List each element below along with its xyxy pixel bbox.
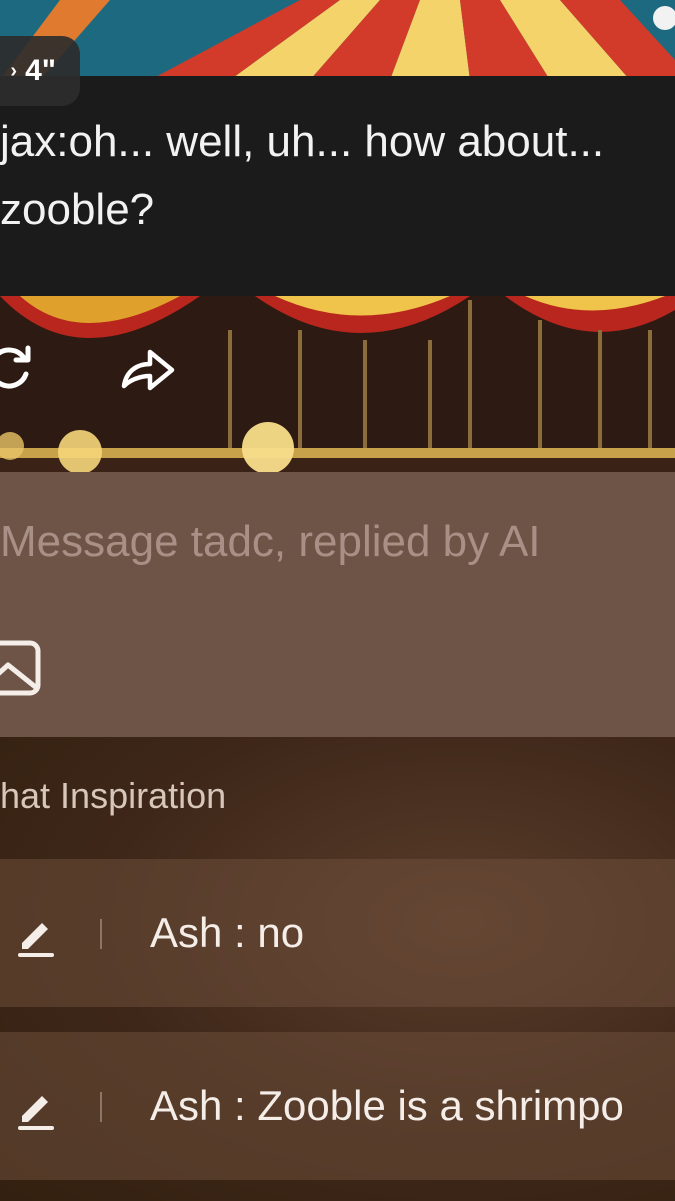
message-input-panel (0, 472, 675, 737)
image-icon[interactable] (0, 637, 44, 699)
suggestion-item[interactable]: Ash : Zooble is a shrimpo (0, 1032, 675, 1180)
suggestion-item[interactable]: Ash : no (0, 859, 675, 1007)
message-input[interactable] (0, 502, 675, 582)
regenerate-icon[interactable] (0, 340, 38, 396)
message-actions (0, 330, 200, 410)
chat-inspiration-section: hat Inspiration Ash : no Ash : Zooble is… (0, 737, 675, 1201)
pencil-icon[interactable] (14, 1086, 58, 1130)
suggestion-text: Ash : no (150, 909, 305, 956)
chevron-right-icon: › (10, 59, 18, 82)
share-icon[interactable] (118, 340, 178, 396)
voice-duration: 4" (25, 54, 56, 87)
inspiration-title: hat Inspiration (0, 775, 227, 816)
voice-play-button[interactable]: › 4" (0, 36, 80, 106)
suggestion-text: Ash : Zooble is a shrimpo (150, 1082, 624, 1129)
pencil-icon[interactable] (14, 913, 58, 957)
ai-message-bubble: jax:oh... well, uh... how about... zoobl… (0, 76, 675, 296)
message-line-2: zooble? (0, 185, 155, 234)
divider (100, 1092, 102, 1122)
divider (100, 919, 102, 949)
